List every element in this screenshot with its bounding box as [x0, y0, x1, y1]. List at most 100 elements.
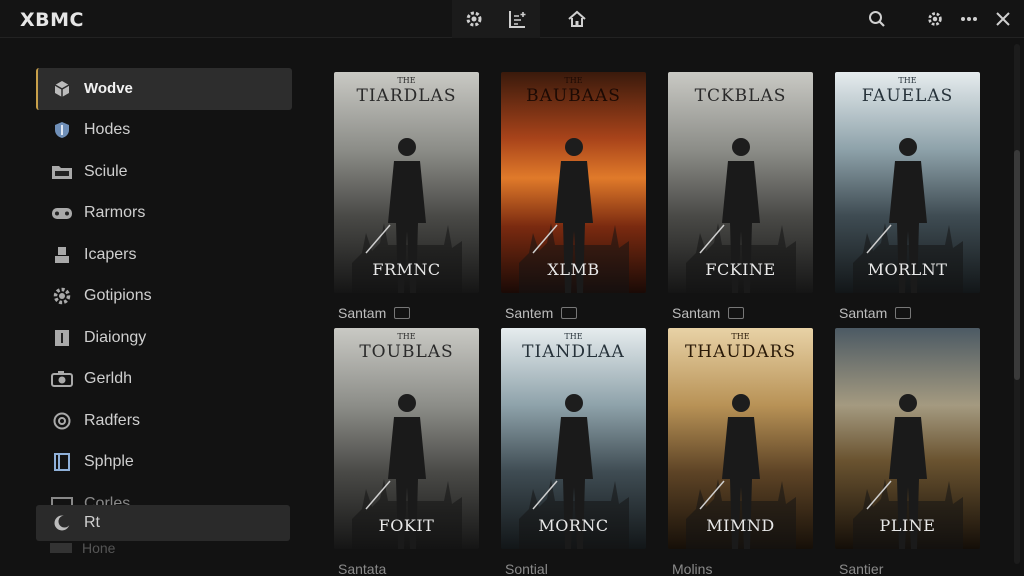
sidebar-item-label: Radfers: [84, 411, 141, 429]
poster-caption-text: Santem: [505, 305, 554, 321]
shield-icon: [50, 118, 74, 142]
sidebar-item-label: Wodve: [84, 80, 133, 98]
poster-subtitle: PLINE: [879, 516, 936, 535]
poster-pretitle: THE: [397, 332, 416, 341]
library-icon[interactable]: [507, 8, 529, 30]
poster-card[interactable]: PLINE Santier: [835, 328, 980, 576]
poster-image[interactable]: THE BAUBAAS XLMB: [501, 72, 646, 293]
poster-image[interactable]: THE TIARDLAS FRMNC: [334, 72, 479, 293]
poster-caption-text: Molins: [672, 561, 713, 576]
sidebar-item-0[interactable]: Wodve: [36, 68, 292, 110]
poster-caption: Santier: [835, 555, 980, 576]
more-icon[interactable]: [960, 8, 978, 30]
poster-card[interactable]: THE TIANDLAA MORNC Sontial: [501, 328, 646, 576]
poster-card[interactable]: THE BAUBAAS XLMB Santem: [501, 72, 646, 327]
poster-title: THAUDARS: [684, 342, 797, 362]
gamepad-icon: [50, 201, 74, 225]
poster-title: TCKBLAS: [694, 86, 787, 106]
sidebar-item-label: Gotipions: [84, 287, 152, 305]
sidebar-item-label: Sciule: [84, 162, 128, 180]
sidebar-item-label: Icapers: [84, 245, 137, 263]
poster-pretitle: THE: [564, 76, 583, 85]
poster-image[interactable]: THE FAUELAS MORLNT: [835, 72, 980, 293]
poster-caption-text: Santam: [338, 305, 387, 321]
sidebar-item-label: Gerldh: [84, 370, 133, 388]
sidebar-item-label: Diaiongy: [84, 328, 147, 346]
sidebar-item-4[interactable]: Icapers: [36, 234, 292, 276]
sidebar-item-7[interactable]: Gerldh: [36, 359, 292, 401]
sidebar-item-1[interactable]: Hodes: [36, 110, 292, 152]
moon-icon: [50, 511, 74, 535]
scrollbar-thumb[interactable]: [1014, 150, 1020, 380]
toolbar-center: [452, 0, 540, 38]
sidebar-focus-overlay[interactable]: Rt: [36, 505, 290, 541]
poster-caption-text: Santam: [672, 305, 721, 321]
poster-card[interactable]: TCKBLAS FCKINE Santam: [668, 72, 813, 327]
sidebar-item-label: Rarmors: [84, 204, 146, 222]
poster-pretitle: THE: [397, 76, 416, 85]
media-info-icon[interactable]: [895, 307, 912, 319]
poster-caption: Santam: [835, 299, 980, 327]
home-icon: [50, 543, 72, 553]
gear-icon[interactable]: [463, 8, 485, 30]
sidebar-item-6[interactable]: Diaiongy: [36, 317, 292, 359]
poster-pretitle: THE: [898, 76, 917, 85]
person-icon: [50, 243, 74, 267]
cube-icon: [50, 77, 74, 101]
poster-caption: Santam: [334, 299, 479, 327]
settings-icon[interactable]: [926, 8, 944, 30]
gear-icon: [50, 284, 74, 308]
sidebar-item-8[interactable]: Radfers: [36, 400, 292, 442]
poster-pretitle: THE: [731, 332, 750, 341]
top-bar: XBMC: [0, 0, 1024, 38]
poster-caption-text: Santam: [839, 305, 888, 321]
book-icon: [50, 326, 74, 350]
poster-image[interactable]: THE TIANDLAA MORNC: [501, 328, 646, 549]
poster-image[interactable]: PLINE: [835, 328, 980, 549]
poster-image[interactable]: THE THAUDARS MIMND: [668, 328, 813, 549]
poster-card[interactable]: THE THAUDARS MIMND Molins: [668, 328, 813, 576]
poster-pretitle: THE: [564, 332, 583, 341]
app-logo: XBMC: [20, 9, 84, 31]
poster-caption: Santam: [668, 299, 813, 327]
sidebar-ghost-item: Hone: [50, 540, 115, 556]
poster-subtitle: MORNC: [538, 516, 609, 535]
sidebar-item-2[interactable]: Sciule: [36, 151, 292, 193]
poster-subtitle: FCKINE: [705, 260, 776, 279]
media-info-icon[interactable]: [561, 307, 578, 319]
media-info-icon[interactable]: [728, 307, 745, 319]
poster-title: TIANDLAA: [522, 342, 625, 362]
poster-subtitle: MORLNT: [867, 260, 948, 279]
poster-title: BAUBAAS: [526, 86, 621, 106]
poster-title: TOUBLAS: [359, 342, 454, 362]
folder-icon: [50, 160, 74, 184]
sidebar-overlay-label: Rt: [84, 514, 100, 531]
bookmark-icon: [50, 450, 74, 474]
sidebar-item-3[interactable]: Rarmors: [36, 193, 292, 235]
poster-card[interactable]: THE TIARDLAS FRMNC Santam: [334, 72, 479, 327]
search-icon[interactable]: [868, 8, 886, 30]
poster-caption: Santem: [501, 299, 646, 327]
poster-caption: Sontial: [501, 555, 646, 576]
poster-image[interactable]: THE TOUBLAS FOKIT: [334, 328, 479, 549]
poster-subtitle: XLMB: [547, 260, 600, 279]
poster-card[interactable]: THE FAUELAS MORLNT Santam: [835, 72, 980, 327]
media-info-icon[interactable]: [394, 307, 411, 319]
home-icon[interactable]: [566, 8, 588, 30]
poster-image[interactable]: TCKBLAS FCKINE: [668, 72, 813, 293]
poster-subtitle: FRMNC: [372, 260, 441, 279]
sidebar-item-5[interactable]: Gotipions: [36, 276, 292, 318]
poster-card[interactable]: THE TOUBLAS FOKIT Santata: [334, 328, 479, 576]
close-icon[interactable]: [994, 8, 1012, 30]
poster-caption: Molins: [668, 555, 813, 576]
at-icon: [50, 409, 74, 433]
poster-subtitle: FOKIT: [378, 516, 435, 535]
poster-caption-text: Sontial: [505, 561, 548, 576]
sidebar-item-label: Sphple: [84, 453, 134, 471]
poster-caption: Santata: [334, 555, 479, 576]
sidebar-item-9[interactable]: Sphple: [36, 442, 292, 484]
poster-caption-text: Santata: [338, 561, 387, 576]
poster-title: TIARDLAS: [356, 86, 457, 106]
camera-icon: [50, 367, 74, 391]
sidebar-item-label: Hodes: [84, 121, 131, 139]
